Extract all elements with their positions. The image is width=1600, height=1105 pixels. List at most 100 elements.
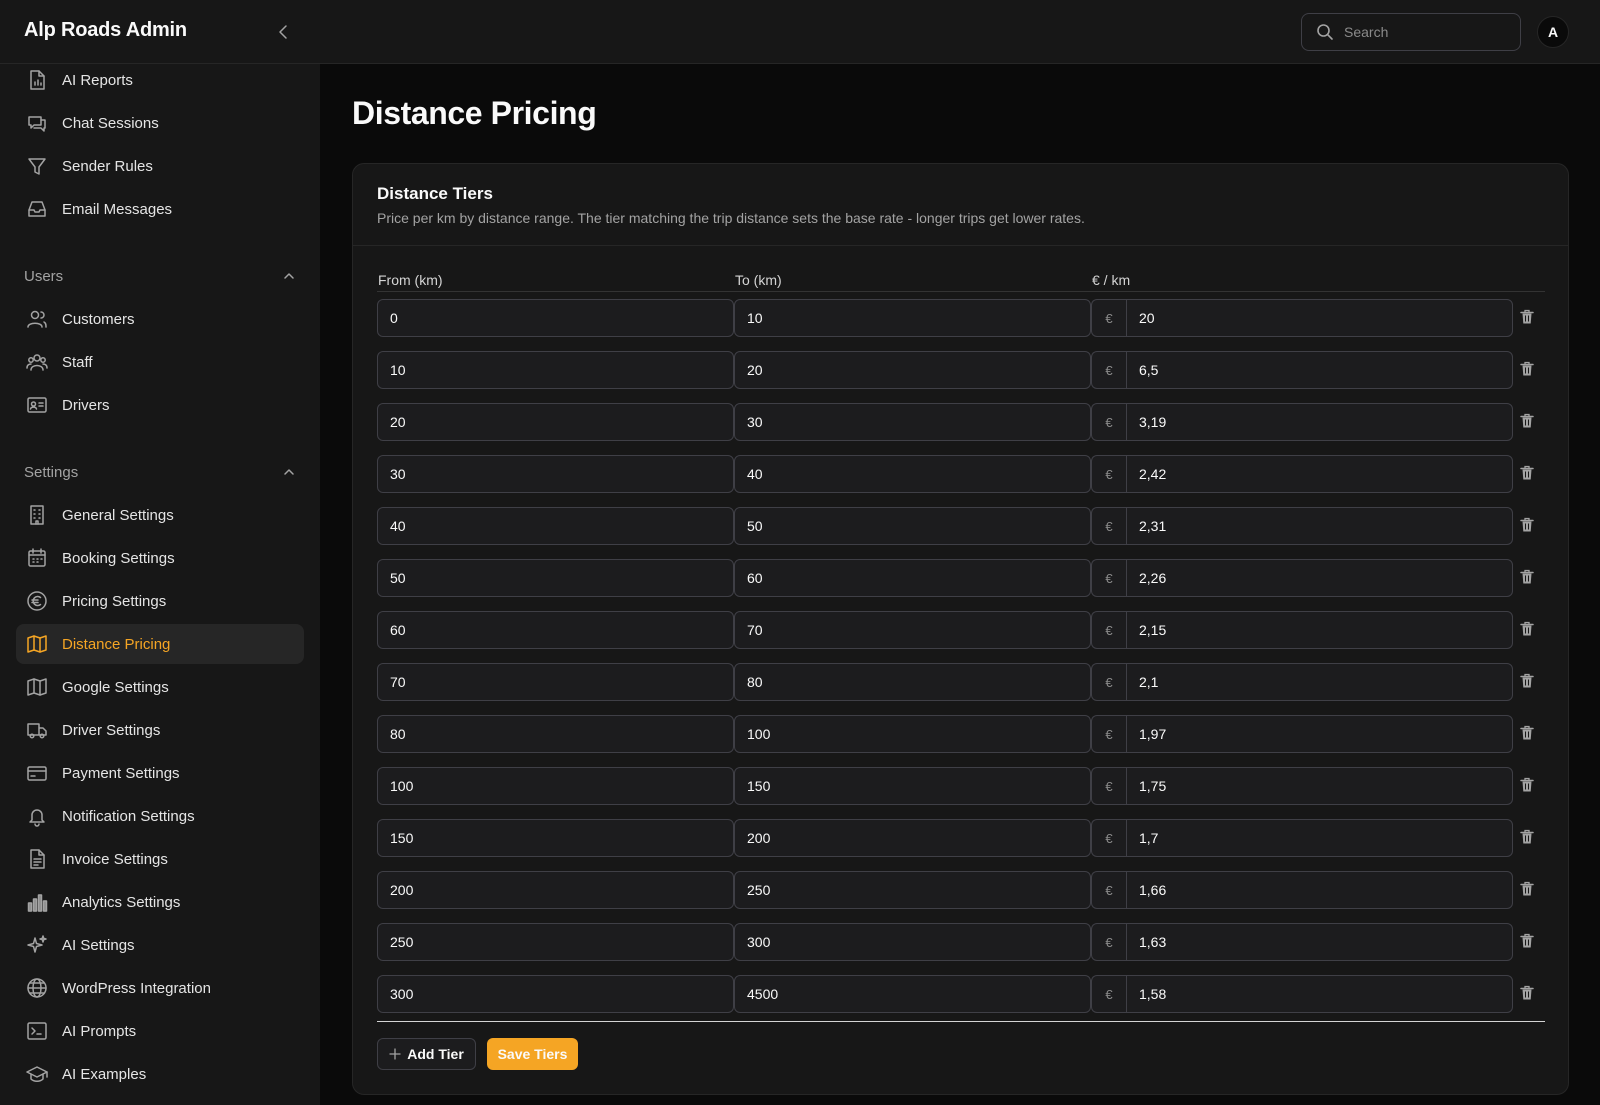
tier-to-input[interactable] bbox=[734, 819, 1091, 857]
sidebar-item-analytics-settings[interactable]: Analytics Settings bbox=[16, 882, 304, 922]
sidebar: AI Reports Chat Sessions Sender Rules Email… bbox=[0, 64, 320, 1105]
delete-tier-button[interactable] bbox=[1517, 931, 1537, 951]
tier-from-input[interactable] bbox=[377, 559, 734, 597]
trash-icon bbox=[1520, 361, 1534, 376]
delete-tier-button[interactable] bbox=[1517, 463, 1537, 483]
tier-to-input[interactable] bbox=[734, 975, 1091, 1013]
delete-tier-button[interactable] bbox=[1517, 879, 1537, 899]
tier-rate-input[interactable] bbox=[1126, 299, 1513, 337]
delete-tier-button[interactable] bbox=[1517, 307, 1537, 327]
delete-tier-button[interactable] bbox=[1517, 567, 1537, 587]
sidebar-item-payment-settings[interactable]: Payment Settings bbox=[16, 753, 304, 793]
tier-from-input[interactable] bbox=[377, 299, 734, 337]
tier-to-input[interactable] bbox=[734, 403, 1091, 441]
search-input[interactable] bbox=[1344, 24, 1504, 40]
tier-rate-input[interactable] bbox=[1126, 403, 1513, 441]
tier-to-input[interactable] bbox=[734, 923, 1091, 961]
sidebar-item-booking-settings[interactable]: Booking Settings bbox=[16, 538, 304, 578]
delete-tier-button[interactable] bbox=[1517, 827, 1537, 847]
tier-from-input[interactable] bbox=[377, 923, 734, 961]
tier-rate-input[interactable] bbox=[1126, 507, 1513, 545]
section-settings-toggle[interactable]: Settings bbox=[24, 460, 296, 484]
tier-to-input[interactable] bbox=[734, 611, 1091, 649]
id-card-icon bbox=[26, 394, 48, 416]
tier-from-input[interactable] bbox=[377, 975, 734, 1013]
search-box[interactable] bbox=[1301, 13, 1521, 51]
tier-to-input[interactable] bbox=[734, 559, 1091, 597]
sidebar-item-ai-prompts[interactable]: AI Prompts bbox=[16, 1011, 304, 1051]
trash-icon bbox=[1520, 309, 1534, 324]
tier-to-input[interactable] bbox=[734, 715, 1091, 753]
top-bar: Alp Roads Admin A bbox=[0, 0, 1600, 64]
sidebar-item-ai-examples[interactable]: AI Examples bbox=[16, 1054, 304, 1094]
section-users-toggle[interactable]: Users bbox=[24, 264, 296, 288]
sidebar-item-drivers[interactable]: Drivers bbox=[16, 385, 304, 425]
chevron-up-icon bbox=[284, 273, 294, 279]
currency-prefix: € bbox=[1091, 403, 1126, 441]
tier-from-input[interactable] bbox=[377, 507, 734, 545]
tier-to-input[interactable] bbox=[734, 455, 1091, 493]
delete-tier-button[interactable] bbox=[1517, 983, 1537, 1003]
tier-from-input[interactable] bbox=[377, 819, 734, 857]
tier-to-input[interactable] bbox=[734, 507, 1091, 545]
tier-rate-input[interactable] bbox=[1126, 767, 1513, 805]
tier-rate-input[interactable] bbox=[1126, 975, 1513, 1013]
euro-icon bbox=[26, 590, 48, 612]
tier-rate-input[interactable] bbox=[1126, 923, 1513, 961]
currency-prefix: € bbox=[1091, 611, 1126, 649]
tier-to-input[interactable] bbox=[734, 299, 1091, 337]
sidebar-item-label: AI Reports bbox=[62, 71, 133, 89]
tier-from-input[interactable] bbox=[377, 611, 734, 649]
tier-rate-input[interactable] bbox=[1126, 819, 1513, 857]
tier-from-input[interactable] bbox=[377, 715, 734, 753]
sidebar-item-customers[interactable]: Customers bbox=[16, 299, 304, 339]
sidebar-item-general-settings[interactable]: General Settings bbox=[16, 495, 304, 535]
tier-rate-input[interactable] bbox=[1126, 351, 1513, 389]
tier-to-input[interactable] bbox=[734, 663, 1091, 701]
save-tiers-button[interactable]: Save Tiers bbox=[487, 1038, 578, 1070]
delete-tier-button[interactable] bbox=[1517, 411, 1537, 431]
sidebar-item-ai-reports[interactable]: AI Reports bbox=[16, 64, 304, 100]
sidebar-item-chat-sessions[interactable]: Chat Sessions bbox=[16, 103, 304, 143]
tier-from-input[interactable] bbox=[377, 767, 734, 805]
tier-rate-input[interactable] bbox=[1126, 611, 1513, 649]
sidebar-item-staff[interactable]: Staff bbox=[16, 342, 304, 382]
tier-to-input[interactable] bbox=[734, 871, 1091, 909]
sidebar-item-sender-rules[interactable]: Sender Rules bbox=[16, 146, 304, 186]
collapse-sidebar-button[interactable] bbox=[272, 20, 296, 44]
tier-to-input[interactable] bbox=[734, 351, 1091, 389]
tier-from-input[interactable] bbox=[377, 455, 734, 493]
tier-from-input[interactable] bbox=[377, 351, 734, 389]
sidebar-item-email-messages[interactable]: Email Messages bbox=[16, 189, 304, 229]
sidebar-item-label: Notification Settings bbox=[62, 807, 195, 825]
sidebar-item-label: Payment Settings bbox=[62, 764, 180, 782]
tier-rate-input[interactable] bbox=[1126, 871, 1513, 909]
sidebar-item-notification-settings[interactable]: Notification Settings bbox=[16, 796, 304, 836]
delete-tier-button[interactable] bbox=[1517, 515, 1537, 535]
sidebar-item-pricing-settings[interactable]: Pricing Settings bbox=[16, 581, 304, 621]
delete-tier-button[interactable] bbox=[1517, 671, 1537, 691]
sidebar-item-invoice-settings[interactable]: Invoice Settings bbox=[16, 839, 304, 879]
delete-tier-button[interactable] bbox=[1517, 619, 1537, 639]
tier-rate-input[interactable] bbox=[1126, 455, 1513, 493]
sidebar-item-google-settings[interactable]: Google Settings bbox=[16, 667, 304, 707]
add-tier-button[interactable]: Add Tier bbox=[377, 1038, 476, 1070]
tier-from-input[interactable] bbox=[377, 403, 734, 441]
app-root: Alp Roads Admin A AI Reports Chat Session… bbox=[0, 0, 1600, 1105]
tier-from-input[interactable] bbox=[377, 663, 734, 701]
sidebar-item-wordpress-integration[interactable]: WordPress Integration bbox=[16, 968, 304, 1008]
tier-from-input[interactable] bbox=[377, 871, 734, 909]
sidebar-item-driver-settings[interactable]: Driver Settings bbox=[16, 710, 304, 750]
user-avatar[interactable]: A bbox=[1537, 16, 1569, 48]
currency-prefix: € bbox=[1091, 923, 1126, 961]
sidebar-item-ai-settings[interactable]: AI Settings bbox=[16, 925, 304, 965]
user-group-icon bbox=[26, 351, 48, 373]
delete-tier-button[interactable] bbox=[1517, 723, 1537, 743]
tier-rate-input[interactable] bbox=[1126, 559, 1513, 597]
tier-rate-input[interactable] bbox=[1126, 715, 1513, 753]
tier-rate-input[interactable] bbox=[1126, 663, 1513, 701]
tier-to-input[interactable] bbox=[734, 767, 1091, 805]
sidebar-item-distance-pricing[interactable]: Distance Pricing bbox=[16, 624, 304, 664]
delete-tier-button[interactable] bbox=[1517, 775, 1537, 795]
delete-tier-button[interactable] bbox=[1517, 359, 1537, 379]
